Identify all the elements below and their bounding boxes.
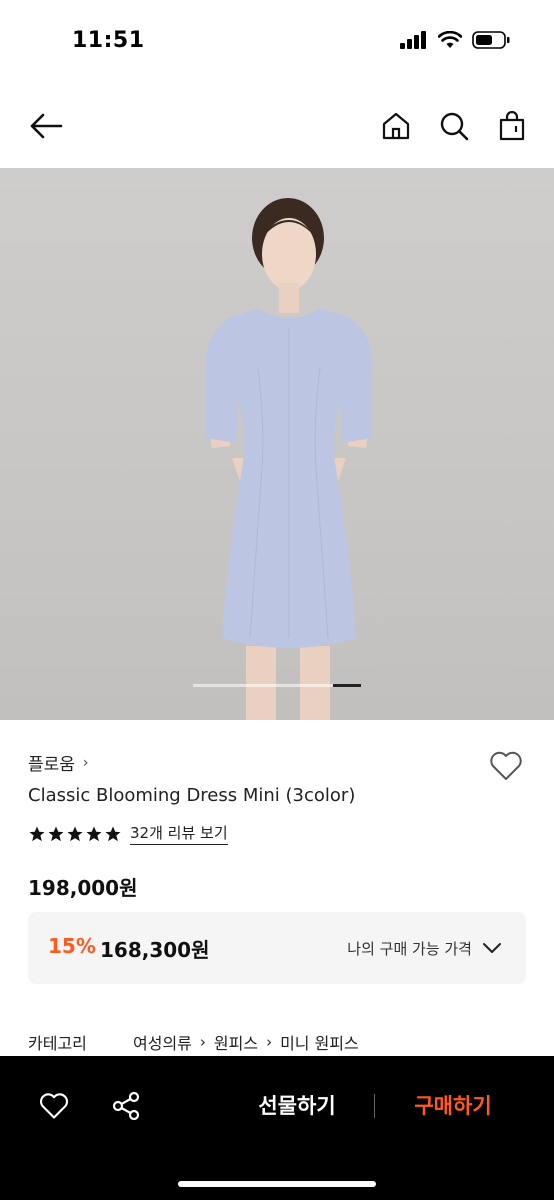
rating-row: 32개 리뷰 보기 [28,822,228,845]
status-time: 11:51 [72,28,145,53]
rating-stars [28,825,122,843]
battery-icon [472,31,510,49]
star-icon [67,826,83,841]
brand-name: 플로움 [28,755,75,775]
header-actions [376,108,532,144]
star-icon [86,826,102,841]
cellular-signal-icon [400,31,426,49]
category-crumb[interactable]: 원피스 [214,1030,258,1054]
category-crumb[interactable]: 여성의류 [133,1030,192,1054]
product-title: Classic Blooming Dress Mini (3color) [28,785,356,806]
my-price-label: 나의 구매 가능 가격 [347,940,472,958]
brand-link[interactable]: 플로움 › [28,750,89,776]
dress-model-photo [205,198,373,720]
wishlist-button[interactable] [488,748,524,784]
search-icon [440,112,469,141]
shopping-bag-button[interactable] [492,108,532,144]
chevron-right-icon: › [266,1033,273,1051]
heart-icon [39,1093,69,1119]
gift-button[interactable]: 선물하기 [240,1086,354,1126]
category-row: 카테고리 여성의류 › 원피스 › 미니 원피스 [28,1030,359,1054]
wifi-icon [438,31,462,48]
divider [374,1094,375,1118]
chevron-right-icon: › [82,754,89,771]
status-icons [400,30,510,50]
original-price: 198,000원 [28,876,138,900]
search-button[interactable] [434,108,474,144]
review-link[interactable]: 32개 리뷰 보기 [130,822,228,845]
share-button[interactable] [108,1088,144,1124]
star-icon [29,826,45,841]
status-bar: 11:51 [0,0,554,80]
top-navigation [0,90,554,162]
carousel-indicator-active [333,684,361,687]
bottom-action-bar: 선물하기 구매하기 [0,1056,554,1200]
chevron-right-icon: › [199,1033,206,1051]
arrow-left-icon [30,113,63,139]
sale-price: 168,300원 [100,938,210,962]
bottom-wishlist-button[interactable] [36,1088,72,1124]
shopping-bag-icon [499,111,525,141]
discount-rate: 15% [48,934,96,958]
home-indicator [178,1181,376,1187]
my-price-panel[interactable]: 15% 168,300원 나의 구매 가능 가격 [28,912,526,984]
category-crumb[interactable]: 미니 원피스 [280,1030,359,1054]
product-image[interactable] [0,168,554,720]
star-icon [48,826,64,841]
back-button[interactable] [26,108,66,144]
buy-button[interactable]: 구매하기 [396,1086,510,1126]
home-icon [382,112,410,140]
chevron-down-icon [480,936,504,960]
heart-icon [490,751,522,780]
home-button[interactable] [376,108,416,144]
share-icon [112,1092,140,1120]
category-label: 카테고리 [28,1034,87,1053]
star-icon [105,826,121,841]
